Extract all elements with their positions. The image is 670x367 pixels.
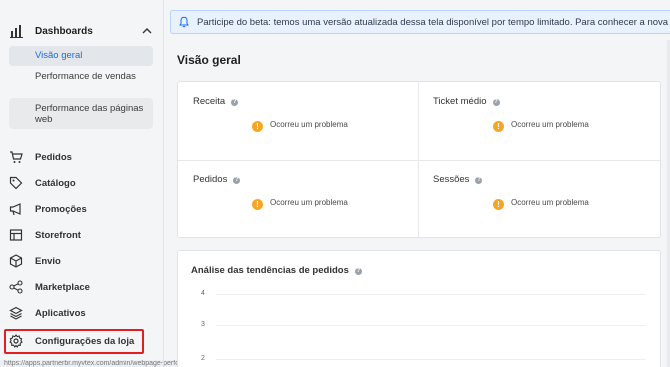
sidebar-item-label: Promoções bbox=[35, 204, 87, 215]
box-icon bbox=[9, 254, 23, 268]
chevron-up-icon[interactable] bbox=[142, 26, 152, 36]
help-icon[interactable]: ? bbox=[492, 99, 500, 106]
trend-card: Análise das tendências de pedidos? 4 3 2 bbox=[177, 250, 661, 367]
beta-banner: Participe do beta: temos uma versão atua… bbox=[170, 10, 670, 34]
divider bbox=[178, 160, 660, 161]
y-tick: 4 bbox=[201, 290, 205, 297]
sidebar-item-label: Pedidos bbox=[35, 152, 72, 163]
sidebar-item-label: Catálogo bbox=[35, 178, 76, 189]
sidebar-subitem-visao-geral[interactable]: Visão geral bbox=[9, 46, 153, 66]
bell-icon bbox=[179, 16, 189, 28]
y-tick: 3 bbox=[201, 321, 205, 328]
bar-chart-icon bbox=[10, 25, 23, 38]
help-icon[interactable]: ? bbox=[231, 99, 239, 106]
sidebar-subitem-performance-paginas[interactable]: Performance das páginas web bbox=[9, 98, 153, 129]
highlight-annotation bbox=[4, 329, 144, 354]
megaphone-icon bbox=[9, 203, 21, 216]
sidebar-item-promocoes[interactable]: Promoções bbox=[0, 197, 163, 221]
metric-pedidos-error: ! Ocorreu um problema bbox=[252, 198, 348, 210]
sidebar-item-label: Envio bbox=[35, 256, 61, 267]
metric-receita-error: ! Ocorreu um problema bbox=[252, 120, 348, 132]
metric-ticket-label: Ticket médio? bbox=[433, 96, 500, 107]
metric-sessoes-label: Sessões? bbox=[433, 174, 483, 185]
sidebar: Dashboards Visão geral Performance de ve… bbox=[0, 0, 163, 367]
warning-icon: ! bbox=[252, 121, 263, 132]
sidebar-item-envio[interactable]: Envio bbox=[0, 249, 163, 273]
sidebar-item-label: Aplicativos bbox=[35, 308, 86, 319]
metrics-card: Receita? ! Ocorreu um problema Ticket méd… bbox=[177, 81, 661, 238]
help-icon[interactable]: ? bbox=[475, 177, 483, 184]
sidebar-item-label: Marketplace bbox=[35, 282, 90, 293]
sidebar-item-pedidos[interactable]: Pedidos bbox=[0, 145, 163, 169]
trend-title: Análise das tendências de pedidos? bbox=[191, 265, 362, 276]
help-icon[interactable]: ? bbox=[354, 268, 362, 275]
y-tick: 2 bbox=[201, 355, 205, 362]
metric-ticket-error: ! Ocorreu um problema bbox=[493, 120, 589, 132]
gridline bbox=[216, 325, 646, 326]
metric-sessoes-error: ! Ocorreu um problema bbox=[493, 198, 589, 210]
divider bbox=[418, 82, 419, 237]
metric-receita-label: Receita? bbox=[193, 96, 239, 107]
sidebar-divider bbox=[163, 0, 164, 367]
sidebar-item-catalogo[interactable]: Catálogo bbox=[0, 171, 163, 195]
cart-icon bbox=[10, 151, 23, 163]
warning-icon: ! bbox=[252, 199, 263, 210]
gridline bbox=[216, 359, 646, 360]
metric-pedidos-label: Pedidos? bbox=[193, 174, 241, 185]
tag-icon bbox=[9, 176, 23, 190]
page-title: Visão geral bbox=[177, 53, 241, 67]
warning-icon: ! bbox=[493, 121, 504, 132]
sidebar-item-marketplace[interactable]: Marketplace bbox=[0, 275, 163, 299]
sidebar-item-aplicativos[interactable]: Aplicativos bbox=[0, 301, 163, 325]
sidebar-section-dashboards[interactable]: Dashboards bbox=[0, 20, 163, 44]
banner-text: Participe do beta: temos uma versão atua… bbox=[197, 17, 670, 28]
layout-icon bbox=[9, 229, 23, 241]
sidebar-section-label: Dashboards bbox=[35, 26, 93, 37]
gridline bbox=[216, 294, 646, 295]
share-icon bbox=[9, 280, 23, 294]
layers-icon bbox=[9, 306, 23, 320]
sidebar-item-label: Storefront bbox=[35, 230, 81, 241]
sidebar-item-storefront[interactable]: Storefront bbox=[0, 223, 163, 247]
warning-icon: ! bbox=[493, 199, 504, 210]
help-icon[interactable]: ? bbox=[233, 177, 241, 184]
sidebar-subitem-performance-vendas[interactable]: Performance de vendas bbox=[9, 67, 153, 97]
